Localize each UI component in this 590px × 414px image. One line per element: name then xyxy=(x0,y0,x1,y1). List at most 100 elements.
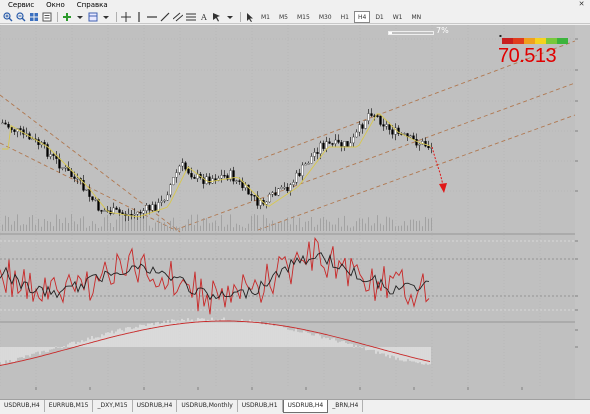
timeframe-m1[interactable]: M1 xyxy=(257,11,274,23)
chart-tab[interactable]: _DXY,M15 xyxy=(93,400,133,412)
candle-body xyxy=(427,145,430,149)
candle-body xyxy=(61,167,64,169)
chart-tab-active[interactable]: USDRUB,H4 xyxy=(282,400,329,413)
timeframe-m30[interactable]: M30 xyxy=(315,11,336,23)
candle-body xyxy=(49,154,52,157)
candle-body xyxy=(403,133,406,135)
cursor-icon[interactable] xyxy=(244,11,256,23)
candle-body xyxy=(160,200,163,203)
menu-bar: Сервис Окно Справка ✕ xyxy=(0,0,590,10)
sentiment-cell xyxy=(557,38,568,44)
sentiment-strip xyxy=(502,38,568,44)
candle-body xyxy=(223,175,226,177)
candle-body xyxy=(361,124,364,129)
candle-body xyxy=(58,158,61,169)
menu-item-help[interactable]: Справка xyxy=(73,0,116,10)
candle-body xyxy=(250,194,253,196)
timeframe-m15[interactable]: M15 xyxy=(293,11,314,23)
menu-item-window[interactable]: Окно xyxy=(42,0,73,10)
candle-body xyxy=(325,141,328,149)
candle-body xyxy=(178,165,181,173)
candle-body xyxy=(418,144,421,146)
dropdown-arrow-icon[interactable] xyxy=(74,11,86,23)
one-click-panel[interactable]: 7% xyxy=(388,26,450,36)
candle-body xyxy=(337,139,340,143)
candle-body xyxy=(319,142,322,154)
candle-body xyxy=(298,172,301,176)
candle-body xyxy=(169,184,172,196)
price-scale xyxy=(575,25,590,399)
toolbar: A M1 M5 M15 M30 H1 H4 D1 W1 MN xyxy=(0,10,590,24)
current-price: 70.513 xyxy=(498,45,557,67)
menu-item-service[interactable]: Сервис xyxy=(4,0,42,10)
svg-text:A: A xyxy=(200,13,207,22)
candle-body xyxy=(94,199,97,201)
dropdown-arrow-icon[interactable] xyxy=(224,11,236,23)
candle-body xyxy=(103,210,106,212)
candle-body xyxy=(7,124,10,128)
close-icon[interactable]: ✕ xyxy=(577,0,586,9)
tile-windows-icon[interactable] xyxy=(28,11,40,23)
candle-body xyxy=(151,204,154,211)
candle-body xyxy=(367,113,370,121)
candle-body xyxy=(187,168,190,174)
candle-body xyxy=(118,209,121,213)
candle-body xyxy=(142,210,145,214)
candle-body xyxy=(136,211,139,215)
channel-icon[interactable] xyxy=(172,11,184,23)
candle-body xyxy=(388,124,391,130)
timeframe-h4[interactable]: H4 xyxy=(353,10,371,23)
toolbar-separator xyxy=(57,11,58,22)
chart-tab[interactable]: USDRUB,H4 xyxy=(0,400,45,412)
candle-body xyxy=(19,128,22,130)
dropdown-arrow-icon[interactable] xyxy=(100,11,112,23)
candle-body xyxy=(409,135,412,138)
arrow-tool-icon[interactable] xyxy=(211,11,223,23)
horizontal-line-icon[interactable] xyxy=(146,11,158,23)
chart-tab[interactable]: USDRUB,H4 xyxy=(133,400,178,412)
candle-body xyxy=(31,138,34,141)
vertical-line-icon[interactable] xyxy=(133,11,145,23)
trendline-icon[interactable] xyxy=(159,11,171,23)
candle-body xyxy=(352,136,355,144)
candle-body xyxy=(355,131,358,138)
sentiment-cell xyxy=(502,38,513,44)
candle-body xyxy=(331,143,334,145)
candle-body xyxy=(91,196,94,201)
candle-body xyxy=(382,124,385,127)
price-widget: ▪ 70.513 xyxy=(498,33,570,91)
candle-body xyxy=(292,182,295,185)
templates-icon[interactable] xyxy=(87,11,99,23)
candle-body xyxy=(277,188,280,196)
chart-tab[interactable]: EURRUB,M15 xyxy=(45,400,94,412)
candle-body xyxy=(232,170,235,182)
candle-body xyxy=(139,211,142,214)
candle-body xyxy=(85,189,88,191)
timeframe-m5[interactable]: M5 xyxy=(275,11,292,23)
chart-window[interactable]: 7% ▪ 70.513 xyxy=(0,25,590,399)
zoom-out-icon[interactable] xyxy=(15,11,27,23)
timeframe-mn[interactable]: MN xyxy=(408,11,426,23)
chart-tab[interactable]: _BRN,H4 xyxy=(328,400,364,412)
progress-fill xyxy=(389,32,393,34)
candle-body xyxy=(280,186,283,189)
timeframe-h1[interactable]: H1 xyxy=(337,11,353,23)
properties-icon[interactable] xyxy=(41,11,53,23)
candle-body xyxy=(295,172,298,183)
chart-tab[interactable]: USDRUB,H1 xyxy=(238,400,283,412)
timeframe-w1[interactable]: W1 xyxy=(389,11,407,23)
sentiment-cell xyxy=(546,38,557,44)
timeframe-d1[interactable]: D1 xyxy=(371,11,387,23)
candle-body xyxy=(181,162,184,167)
zoom-in-icon[interactable] xyxy=(2,11,14,23)
candle-body xyxy=(100,210,103,212)
text-tool-icon[interactable]: A xyxy=(198,11,210,23)
candle-body xyxy=(235,180,238,182)
crosshair-icon[interactable] xyxy=(120,11,132,23)
candle-body xyxy=(304,163,307,166)
fibonacci-icon[interactable] xyxy=(185,11,197,23)
candle-body xyxy=(301,164,304,176)
candle-body xyxy=(184,162,187,170)
add-indicator-icon[interactable] xyxy=(61,11,73,23)
chart-tab[interactable]: USDRUB,Monthly xyxy=(177,400,238,412)
